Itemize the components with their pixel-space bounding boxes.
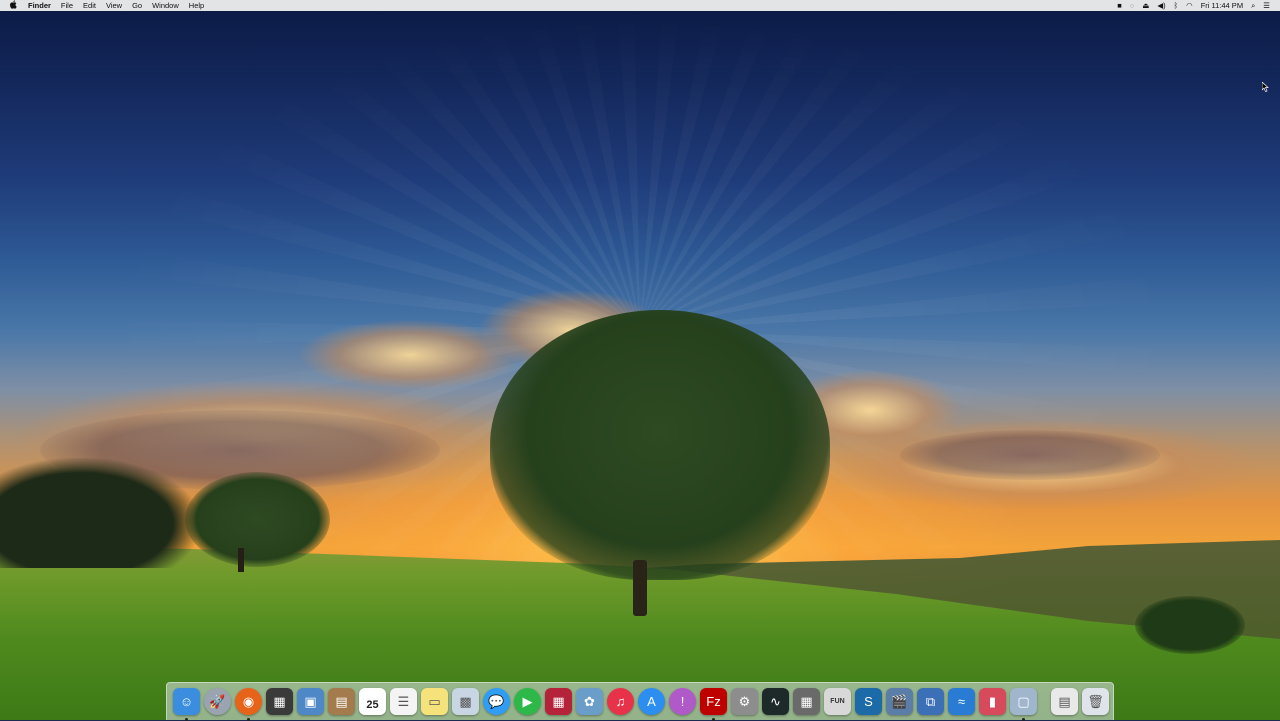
utility-app-glyph: ⧉	[925, 693, 936, 709]
preview-icon[interactable]: ▣	[297, 688, 324, 715]
finder-icon[interactable]: ☺	[173, 688, 200, 721]
menu-clock[interactable]: Fri 11:44 PM	[1197, 0, 1247, 11]
photo-booth-icon[interactable]: ▩	[452, 688, 479, 715]
circle-icon[interactable]: ○	[1126, 0, 1139, 11]
downloads-stack-glyph: ▤	[1058, 693, 1071, 709]
spotlight-icon[interactable]: ⌕	[1247, 0, 1259, 11]
reminders-icon[interactable]: ☰	[390, 688, 417, 715]
tree-canopy	[490, 310, 830, 580]
photo-booth-glyph: ▩	[459, 693, 472, 709]
firefox-icon[interactable]: ◉	[235, 688, 262, 721]
scrivener-glyph: S	[864, 694, 873, 709]
calendar-icon[interactable]: 25	[359, 688, 386, 715]
menu-go[interactable]: Go	[127, 0, 147, 11]
mission-control-glyph: ▦	[273, 693, 286, 709]
dock-stacks: ▤ 🗑	[1049, 688, 1111, 715]
cloud	[900, 430, 1160, 480]
menu-file[interactable]: File	[56, 0, 78, 11]
papers-icon[interactable]: ▮	[979, 688, 1006, 715]
launchpad-glyph: 🚀	[209, 693, 226, 709]
imovie-glyph: 🎬	[891, 693, 908, 709]
system-preferences-icon[interactable]: ⚙	[731, 688, 758, 715]
finder-glyph: ☺	[179, 694, 194, 709]
eject-icon[interactable]: ⏏	[1138, 0, 1153, 11]
papers-glyph: ▮	[988, 693, 997, 709]
contacts-icon[interactable]: ▤	[328, 688, 355, 715]
itunes-glyph: ♫	[615, 694, 626, 709]
wifi-icon[interactable]: ◠	[1182, 0, 1197, 11]
preview-glyph: ▣	[304, 693, 317, 709]
itunes-icon[interactable]: ♫	[607, 688, 634, 715]
notes-icon[interactable]: ▭	[421, 688, 448, 715]
mission-control-icon[interactable]: ▦	[266, 688, 293, 715]
contacts-glyph: ▤	[335, 693, 348, 709]
calculator-icon[interactable]: ▦	[793, 688, 820, 715]
wunderlist-icon[interactable]: ≈	[948, 688, 975, 715]
ibooks-glyph: !	[680, 694, 685, 709]
ibooks-icon[interactable]: !	[669, 688, 696, 715]
menu-edit[interactable]: Edit	[78, 0, 101, 11]
image-capture-icon[interactable]: ▢	[1010, 688, 1037, 721]
messages-icon[interactable]: 💬	[483, 688, 510, 715]
system-preferences-glyph: ⚙	[738, 693, 751, 709]
activity-monitor-glyph: ∿	[770, 693, 781, 709]
fun-app-icon[interactable]: FUN	[824, 688, 851, 715]
reminders-glyph: ☰	[397, 693, 410, 709]
menu-help[interactable]: Help	[184, 0, 209, 11]
scrivener-icon[interactable]: S	[855, 688, 882, 715]
bluetooth-icon[interactable]: ᛒ	[1170, 0, 1183, 11]
tree-trunk	[633, 560, 647, 616]
camera-icon[interactable]: ■	[1113, 0, 1126, 11]
desktop-wallpaper	[0, 0, 1280, 720]
menu-finder[interactable]: Finder	[22, 0, 56, 11]
facetime-icon[interactable]: ▶	[514, 688, 541, 715]
dock: ☺ 🚀 ◉ ▦ ▣ ▤ 25 ☰ ▭ ▩ 💬 ▶ ▦ ✿ ♫ A! Fz ⚙ ∿ ▦ FUN S 🎬 ⧉ ≈ ▮ ▢ ▤ 🗑	[166, 682, 1114, 721]
activity-monitor-icon[interactable]: ∿	[762, 688, 789, 715]
iphoto-icon[interactable]: ✿	[576, 688, 603, 715]
facetime-glyph: ▶	[522, 693, 533, 709]
dock-apps: ☺ 🚀 ◉ ▦ ▣ ▤ 25 ☰ ▭ ▩ 💬 ▶ ▦ ✿ ♫ A! Fz ⚙ ∿ ▦ FUN S 🎬 ⧉ ≈ ▮ ▢	[171, 688, 1039, 721]
apple-menu-icon[interactable]	[4, 0, 22, 11]
fun-app-glyph: FUN	[830, 698, 845, 705]
photo-strip-icon[interactable]: ▦	[545, 688, 572, 715]
messages-glyph: 💬	[488, 693, 505, 709]
app-store-glyph: A	[647, 694, 656, 709]
menu-bar: Finder File Edit View Go Window Help ■ ○…	[0, 0, 1280, 11]
utility-app-icon[interactable]: ⧉	[917, 688, 944, 715]
menu-window[interactable]: Window	[147, 0, 184, 11]
trash-icon[interactable]: 🗑	[1082, 688, 1109, 715]
filezilla-glyph: Fz	[706, 694, 721, 709]
small-tree	[185, 472, 330, 567]
small-tree-trunk	[238, 548, 244, 572]
trash-glyph: 🗑	[1087, 693, 1104, 709]
calculator-glyph: ▦	[800, 693, 813, 709]
treeline	[0, 458, 200, 568]
volume-icon[interactable]: ◀)	[1153, 0, 1169, 11]
wunderlist-glyph: ≈	[957, 694, 966, 709]
calendar-glyph: 25	[366, 698, 379, 711]
iphoto-glyph: ✿	[584, 693, 595, 709]
image-capture-glyph: ▢	[1017, 693, 1030, 709]
notification-center-icon[interactable]: ☰	[1259, 0, 1274, 11]
menu-view[interactable]: View	[101, 0, 127, 11]
firefox-glyph: ◉	[242, 693, 255, 709]
right-tree	[1135, 596, 1245, 654]
downloads-stack-icon[interactable]: ▤	[1051, 688, 1078, 715]
imovie-icon[interactable]: 🎬	[886, 688, 913, 715]
app-store-icon[interactable]: A	[638, 688, 665, 715]
filezilla-icon[interactable]: Fz	[700, 688, 727, 721]
photo-strip-glyph: ▦	[552, 693, 565, 709]
launchpad-icon[interactable]: 🚀	[204, 688, 231, 715]
mouse-cursor-icon	[1262, 82, 1269, 92]
notes-glyph: ▭	[428, 693, 441, 709]
